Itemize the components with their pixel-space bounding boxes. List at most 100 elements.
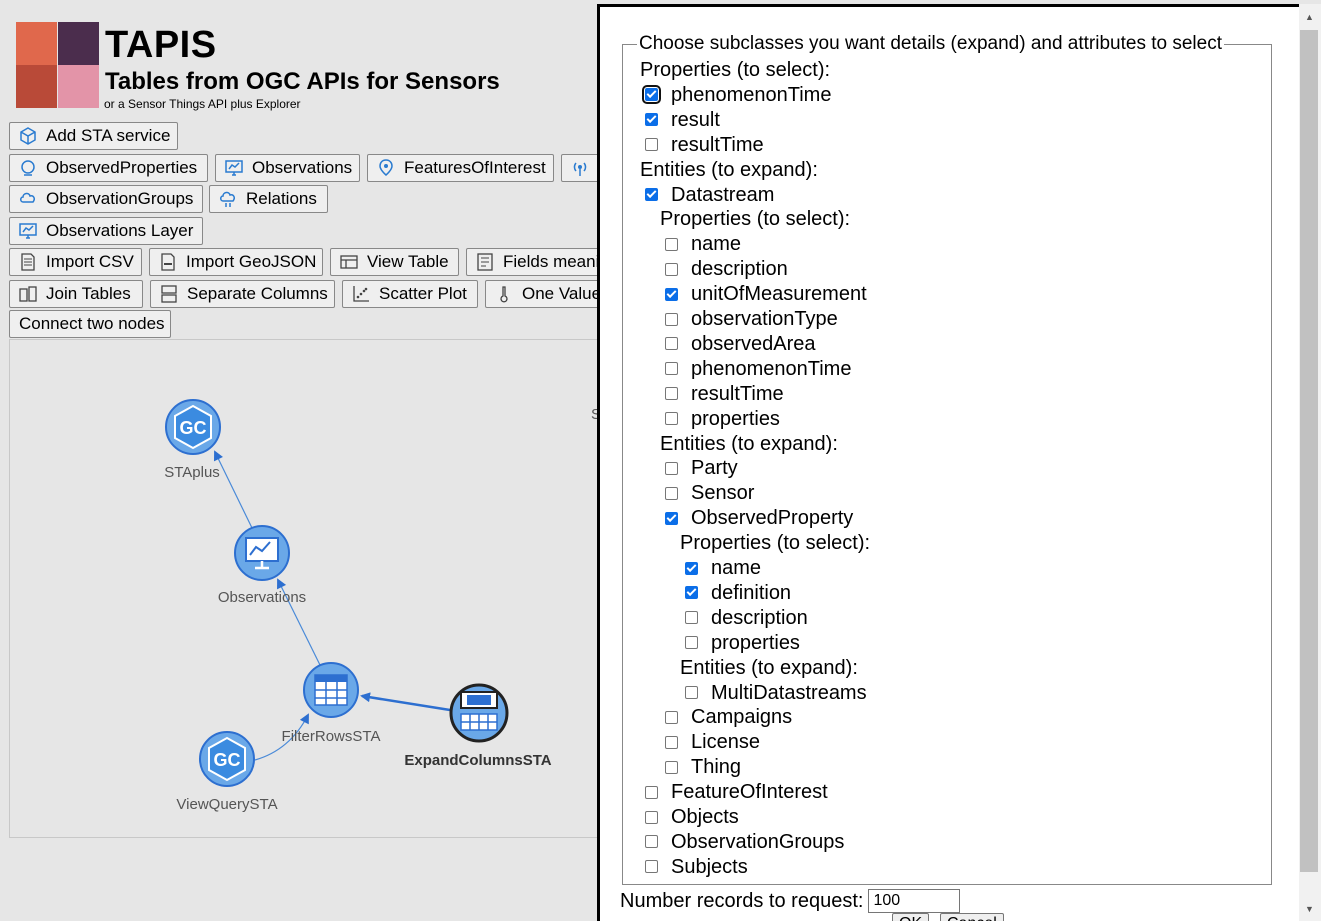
add-sta-service-button[interactable]: Add STA service	[9, 122, 178, 150]
checkbox-unchecked[interactable]	[665, 461, 678, 475]
option-description[interactable]: description	[685, 606, 808, 630]
checkbox-checked[interactable]	[645, 113, 658, 127]
section-header: Entities (to expand):	[660, 432, 838, 455]
option-thing[interactable]: Thing	[665, 755, 741, 779]
filter-rows-node-icon[interactable]	[302, 661, 360, 719]
option-observed-property[interactable]: ObservedProperty	[665, 506, 853, 530]
observation-groups-label: ObservationGroups	[46, 189, 194, 208]
view-query-node-icon[interactable]: GC	[198, 730, 256, 788]
ok-button[interactable]: OK	[892, 913, 930, 921]
option-observed-area[interactable]: observedArea	[665, 332, 816, 356]
import-csv-label: Import CSV	[46, 252, 134, 271]
option-phenomenon-time[interactable]: phenomenonTime	[642, 83, 831, 107]
checkbox-checked[interactable]	[685, 586, 698, 600]
option-description[interactable]: description	[665, 257, 788, 281]
option-label: description	[691, 258, 788, 281]
cancel-button[interactable]: Cancel	[940, 913, 1004, 921]
checkbox-unchecked[interactable]	[645, 860, 658, 874]
checkbox-unchecked[interactable]	[665, 735, 678, 749]
option-properties[interactable]: properties	[685, 631, 800, 655]
section-header: Properties (to select):	[660, 208, 851, 231]
checkbox-unchecked[interactable]	[645, 785, 658, 799]
features-of-interest-button[interactable]: FeaturesOfInterest	[367, 154, 554, 182]
option-label: FeatureOfInterest	[671, 781, 828, 804]
option-result-time[interactable]: resultTime	[645, 133, 764, 157]
section-header: Entities (to expand):	[640, 158, 818, 181]
option-name[interactable]: name	[685, 556, 761, 580]
option-sensor[interactable]: Sensor	[665, 481, 754, 505]
observations-button[interactable]: Observations	[215, 154, 360, 182]
option-label: Party	[691, 457, 738, 480]
option-name[interactable]: name	[665, 232, 741, 256]
antenna-icon	[570, 158, 590, 178]
scrollbar-thumb[interactable]	[1300, 30, 1318, 872]
scatter-plot-label: Scatter Plot	[379, 284, 467, 303]
observations-layer-button[interactable]: Observations Layer	[9, 217, 203, 245]
checkbox-unchecked[interactable]	[665, 237, 678, 251]
option-observation-type[interactable]: observationType	[665, 307, 838, 331]
checkbox-checked[interactable]	[665, 511, 678, 525]
view-query-node-label: ViewQuerySTA	[176, 796, 278, 813]
import-geojson-button[interactable]: Import GeoJSON	[149, 248, 323, 276]
staplus-node-icon[interactable]: GC	[164, 398, 222, 456]
option-subjects[interactable]: Subjects	[645, 855, 748, 879]
checkbox-checked[interactable]	[685, 561, 698, 575]
option-definition[interactable]: definition	[685, 581, 791, 605]
option-result-time[interactable]: resultTime	[665, 382, 784, 406]
checkbox-unchecked[interactable]	[665, 486, 678, 500]
option-observation-groups[interactable]: ObservationGroups	[645, 830, 844, 854]
option-result[interactable]: result	[645, 108, 720, 132]
checkbox-unchecked[interactable]	[665, 760, 678, 774]
view-table-button[interactable]: View Table	[330, 248, 459, 276]
option-objects[interactable]: Objects	[645, 805, 739, 829]
checkbox-unchecked[interactable]	[665, 387, 678, 401]
checkbox-unchecked[interactable]	[665, 312, 678, 326]
observed-properties-button[interactable]: ObservedProperties	[9, 154, 208, 182]
observations-node-icon[interactable]	[233, 524, 291, 582]
separate-columns-button[interactable]: Separate Columns	[150, 280, 335, 308]
relations-button[interactable]: Relations	[209, 185, 328, 213]
option-label: Sensor	[691, 482, 755, 505]
checkbox-unchecked[interactable]	[665, 362, 678, 376]
checkbox-unchecked[interactable]	[685, 636, 698, 650]
option-datastream[interactable]: Datastream	[645, 183, 774, 207]
checkbox-unchecked[interactable]	[685, 611, 698, 625]
node-graph-canvas[interactable]: GC STAplus Observations FilterRowsSTA Ex	[9, 339, 601, 838]
checkbox-unchecked[interactable]	[645, 138, 658, 152]
one-value-button[interactable]: One Value	[485, 280, 601, 308]
observation-groups-button[interactable]: ObservationGroups	[9, 185, 203, 213]
scroll-down-arrow-icon[interactable]: ▼	[1305, 904, 1314, 914]
checkbox-unchecked[interactable]	[665, 337, 678, 351]
checkbox-unchecked[interactable]	[685, 686, 698, 699]
option-label: name	[691, 233, 742, 256]
checkbox-checked[interactable]	[665, 287, 678, 301]
number-records-input[interactable]	[868, 889, 961, 913]
checkbox-checked[interactable]	[645, 188, 658, 201]
connect-two-nodes-button[interactable]: Connect two nodes	[9, 310, 171, 338]
option-properties[interactable]: properties	[665, 407, 780, 431]
checkbox-unchecked[interactable]	[665, 262, 678, 276]
scroll-up-arrow-icon[interactable]: ▲	[1305, 12, 1314, 22]
option-label: Objects	[671, 806, 739, 828]
checkbox-unchecked[interactable]	[665, 710, 678, 724]
scatter-plot-button[interactable]: Scatter Plot	[342, 280, 478, 308]
option-feature-of-interest[interactable]: FeatureOfInterest	[645, 780, 828, 804]
option-party[interactable]: Party	[665, 456, 738, 480]
option-phenomenon-time[interactable]: phenomenonTime	[665, 357, 851, 381]
option-unit-of-measurement[interactable]: unitOfMeasurement	[665, 282, 867, 306]
option-label: resultTime	[671, 133, 764, 156]
join-tables-button[interactable]: Join Tables	[9, 280, 143, 308]
option-multi-datastreams[interactable]: MultiDatastreams	[685, 681, 867, 705]
checkbox-unchecked[interactable]	[645, 835, 658, 849]
checkbox-unchecked[interactable]	[665, 412, 678, 426]
dialog-scrollbar[interactable]: ▲ ▼	[1299, 4, 1321, 921]
view-table-label: View Table	[367, 252, 449, 271]
sensors-button[interactable]	[561, 154, 601, 182]
option-license[interactable]: License	[665, 730, 760, 754]
checkbox-unchecked[interactable]	[645, 810, 658, 824]
checkbox-checked[interactable]	[642, 85, 661, 105]
expand-columns-node-icon[interactable]	[449, 683, 509, 743]
option-campaigns[interactable]: Campaigns	[665, 705, 792, 729]
import-csv-button[interactable]: Import CSV	[9, 248, 142, 276]
fields-meaning-button[interactable]: Fields meani	[466, 248, 601, 276]
